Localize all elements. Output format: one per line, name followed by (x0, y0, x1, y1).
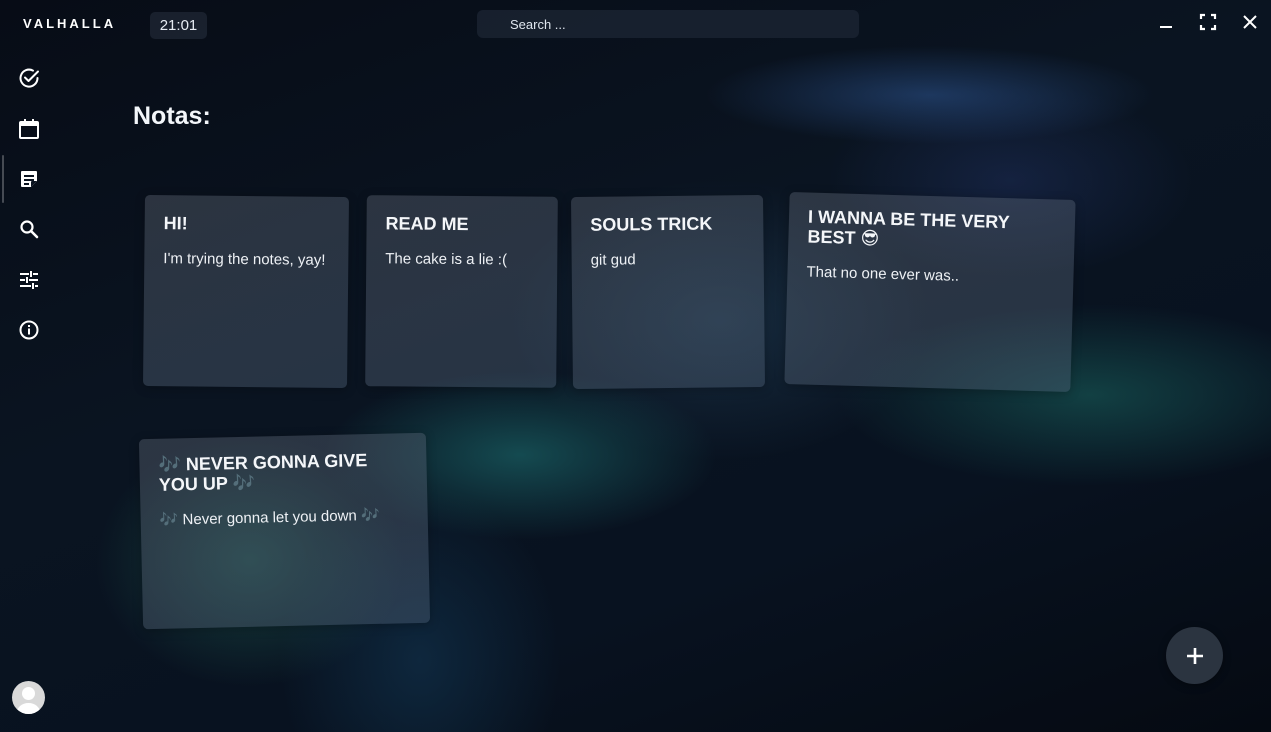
search-input[interactable] (508, 15, 842, 33)
note-card[interactable]: I WANNA BE THE VERY BEST 😎 That no one e… (784, 192, 1076, 392)
note-card[interactable]: 🎶 NEVER GONNA GIVE YOU UP 🎶 🎶 Never gonn… (138, 432, 431, 630)
user-icon (16, 687, 41, 714)
close-icon (1243, 15, 1257, 29)
check-circle-icon (19, 68, 39, 88)
close-button[interactable] (1236, 8, 1264, 36)
search-icon (20, 220, 39, 239)
note-body: That no one ever was.. (806, 263, 960, 285)
note-body: I'm trying the notes, yay! (163, 250, 326, 269)
sidebar-active-indicator (2, 155, 4, 203)
sidebar-item-notes[interactable] (12, 162, 46, 196)
note-title: HI! (163, 213, 188, 234)
note-card[interactable]: READ ME The cake is a lie :( (365, 195, 558, 388)
note-title: I WANNA BE THE VERY BEST 😎 (807, 206, 1010, 249)
note-icon (21, 171, 37, 187)
plus-icon (1186, 647, 1203, 664)
note-card[interactable]: HI! I'm trying the notes, yay! (143, 194, 349, 389)
note-body: 🎶 Never gonna let you down 🎶 (159, 506, 380, 529)
search-bar[interactable] (477, 10, 859, 38)
info-icon (19, 320, 39, 340)
clock: 21:01 (150, 12, 207, 39)
sidebar-item-info[interactable] (12, 313, 46, 347)
minimize-button[interactable] (1152, 8, 1180, 36)
avatar[interactable] (12, 681, 45, 714)
sliders-icon (20, 271, 38, 289)
app-brand: VALHALLA (23, 16, 117, 31)
note-title: SOULS TRICK (590, 213, 713, 235)
sidebar-item-settings[interactable] (12, 263, 46, 297)
note-body: git gud (590, 251, 636, 269)
fullscreen-icon (1199, 13, 1217, 31)
sidebar-item-search[interactable] (12, 212, 46, 246)
note-card[interactable]: SOULS TRICK git gud (571, 194, 765, 390)
sidebar-item-tasks[interactable] (12, 61, 46, 95)
fullscreen-button[interactable] (1194, 8, 1222, 36)
page-title: Notas: (133, 102, 211, 130)
note-body: The cake is a lie :( (385, 250, 508, 269)
note-title: READ ME (385, 213, 469, 235)
calendar-icon (19, 119, 39, 139)
minimize-icon (1160, 26, 1172, 28)
add-note-button[interactable] (1166, 627, 1223, 684)
sidebar-item-calendar[interactable] (12, 112, 46, 146)
note-title: 🎶 NEVER GONNA GIVE YOU UP 🎶 (158, 450, 368, 495)
